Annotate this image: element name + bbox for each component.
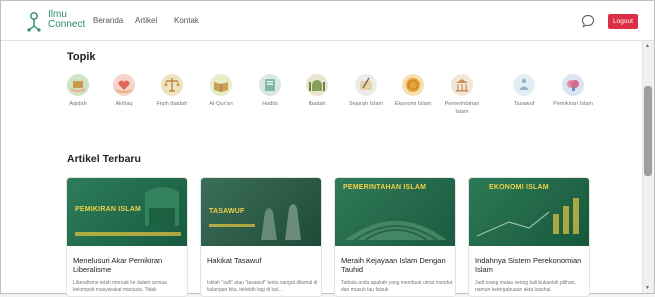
nav-link-beranda[interactable]: Beranda — [93, 16, 123, 25]
book-icon — [259, 74, 281, 96]
article-banner-strip — [75, 232, 181, 236]
nav-link-artikel[interactable]: Artikel — [135, 16, 157, 25]
articles-title: Artikel Terbaru — [67, 153, 141, 165]
meditation-icon — [513, 74, 535, 96]
article-card-hakikat-tasawuf[interactable]: TASAWUF Hakikat Tasawuf Istilah "sufi" a… — [200, 177, 322, 297]
topic-ekonomi-islam[interactable]: Ekonomi Islam — [393, 74, 433, 108]
article-title[interactable]: Hakikat Tasawuf — [207, 256, 319, 265]
topic-label: Ekonomi Islam — [394, 101, 432, 107]
government-building-icon — [451, 74, 473, 96]
topic-pemerintahan-islam[interactable]: Pemerintahan Islam — [442, 74, 482, 116]
topic-label: Hadits — [262, 101, 278, 107]
quran-hands-icon — [67, 74, 89, 96]
article-excerpt: Tatkala anda apakah yang membuat umat mu… — [341, 280, 453, 293]
article-excerpt: Istilah "sufi" atau "tasawuf" tentu sang… — [207, 280, 318, 293]
article-card-kejayaan-islam[interactable]: PEMERINTAHAN ISLAM Meraih Kejayaan Islam… — [334, 177, 456, 297]
brand-name[interactable]: Ilmu Connect — [48, 10, 85, 30]
topic-label: Aqidah — [69, 101, 87, 107]
mosque-icon — [306, 74, 328, 96]
article-title[interactable]: Indahnya Sistem Perekonomian Islam — [475, 256, 587, 274]
scale-icon — [161, 74, 183, 96]
brand-line-2: Connect — [48, 19, 86, 30]
topic-label: Sejarah Islam — [348, 101, 384, 107]
article-title[interactable]: Meraih Kejayaan Islam Dengan Tauhid — [341, 256, 453, 274]
article-tag: PEMIKIRAN ISLAM — [75, 206, 141, 213]
logout-button[interactable]: Logout — [608, 14, 638, 29]
topic-label: Akhlaq — [115, 101, 133, 107]
topic-label: Ibadah — [308, 101, 326, 107]
topic-label: Fiqih Ibadah — [156, 101, 188, 107]
scroll-quill-icon — [355, 74, 377, 96]
scrollbar-thumb[interactable] — [644, 86, 652, 176]
chat-icon[interactable] — [581, 14, 595, 28]
logo-icon[interactable] — [25, 10, 45, 34]
navbar: Ilmu Connect Beranda Artikel Kontak Logo… — [1, 1, 654, 41]
topic-hadits[interactable]: Hadits — [250, 74, 290, 108]
article-tag: EKONOMI ISLAM — [489, 184, 549, 191]
article-tag: PEMERINTAHAN ISLAM — [343, 184, 427, 191]
heart-hands-icon — [113, 74, 135, 96]
topic-pemikiran-islam[interactable]: Pemikiran Islam — [553, 74, 593, 108]
topic-label: Al-Qur'an — [209, 101, 233, 107]
topics-title: Topik — [67, 51, 96, 63]
page: Ilmu Connect Beranda Artikel Kontak Logo… — [0, 0, 655, 297]
coin-icon — [402, 74, 424, 96]
topic-tasawuf[interactable]: Tasawuf — [504, 74, 544, 108]
article-card-perekonomian-islam[interactable]: EKONOMI ISLAM Indahnya Sistem Perekonomi… — [468, 177, 590, 297]
article-card-pemikiran-liberalisme[interactable]: PEMIKIRAN ISLAM Menelusuri Akar Pemikira… — [66, 177, 188, 297]
topic-label: Pemikiran Islam — [553, 101, 593, 107]
scroll-down-icon[interactable]: ▼ — [645, 285, 650, 291]
scroll-up-icon[interactable]: ▲ — [645, 43, 650, 49]
topic-aqidah[interactable]: Aqidah — [58, 74, 98, 108]
nav-link-kontak[interactable]: Kontak — [174, 16, 199, 25]
topic-label: Tasawuf — [513, 101, 535, 107]
article-title[interactable]: Menelusuri Akar Pemikiran Liberalisme — [73, 256, 185, 274]
topic-fiqih-ibadah[interactable]: Fiqih Ibadah — [152, 74, 192, 108]
topic-akhlaq[interactable]: Akhlaq — [104, 74, 144, 108]
article-excerpt: Jadi orang malas sering kali bukanlah pi… — [475, 280, 576, 293]
topic-sejarah-islam[interactable]: Sejarah Islam — [346, 74, 386, 108]
article-excerpt: Liberalisme telah meruak ke dalam semua … — [73, 280, 167, 293]
topic-al-quran[interactable]: Al-Qur'an — [201, 74, 241, 108]
article-tag: TASAWUF — [209, 208, 245, 215]
topic-ibadah[interactable]: Ibadah — [297, 74, 337, 108]
brain-icon — [562, 74, 584, 96]
quran-icon — [210, 74, 232, 96]
topic-label: Pemerintahan Islam — [444, 101, 480, 115]
